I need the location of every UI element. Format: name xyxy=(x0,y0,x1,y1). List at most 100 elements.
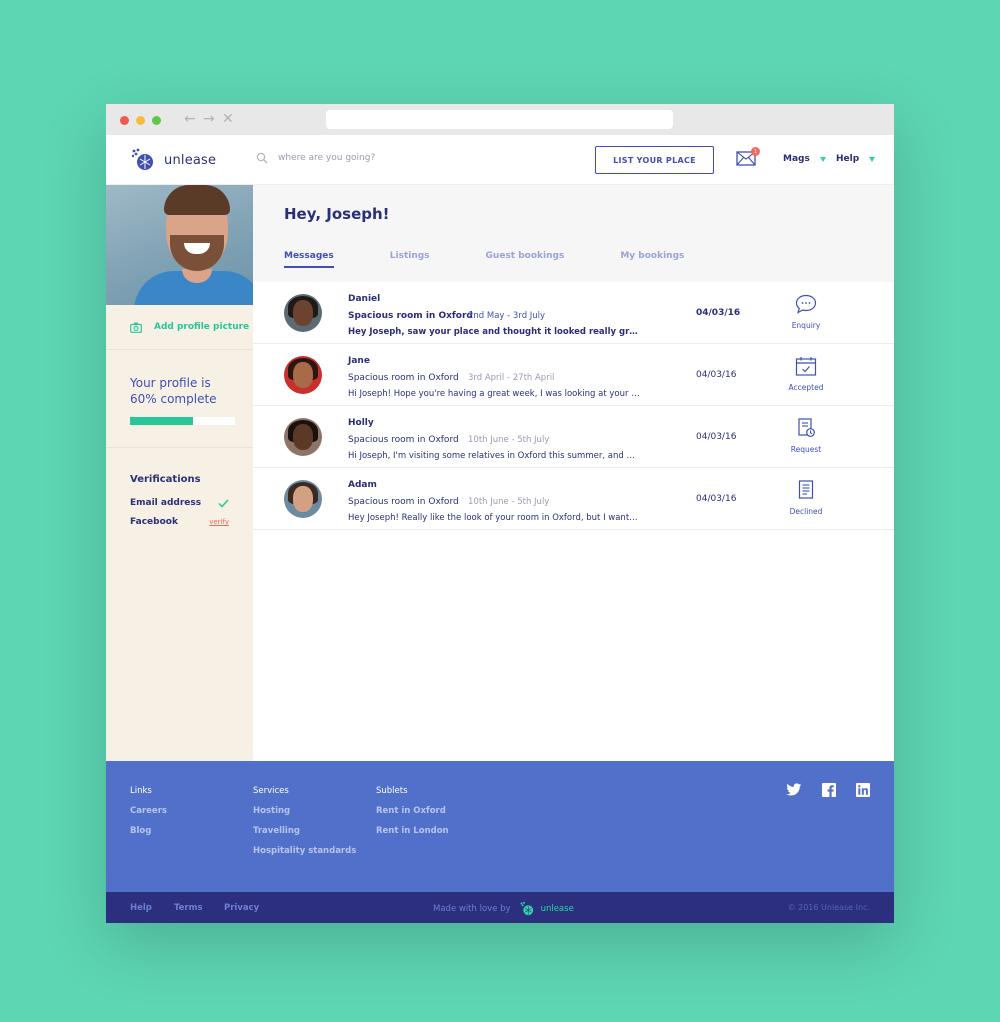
avatar xyxy=(284,356,322,394)
status-request: Request xyxy=(781,418,831,454)
footer-services-column: Services Hosting Travelling Hospitality … xyxy=(253,786,356,866)
made-brand[interactable]: unlease xyxy=(541,904,574,914)
list-your-place-button[interactable]: LIST YOUR PLACE xyxy=(595,146,714,174)
footer-terms-link[interactable]: Terms xyxy=(174,903,203,913)
message-preview: Hey Joseph! Really like the look of your… xyxy=(348,513,640,523)
profile-progress-fill xyxy=(130,417,193,425)
profile-sidebar: Add profile picture Your profile is 60% … xyxy=(106,185,253,761)
verifications-section: Verifications Email address Facebook ver… xyxy=(106,448,253,527)
tab-my-bookings[interactable]: My bookings xyxy=(620,251,684,268)
page-title: Hey, Joseph! xyxy=(284,205,390,223)
verifications-title: Verifications xyxy=(130,474,201,485)
footer-links-column: Links Careers Blog xyxy=(130,786,167,846)
footer-privacy-link[interactable]: Privacy xyxy=(224,903,259,913)
tab-messages[interactable]: Messages xyxy=(284,251,334,268)
booking-dates: 10th June - 5th July xyxy=(468,497,550,507)
maximize-window-dot[interactable] xyxy=(152,116,161,125)
booking-dates: 2nd May - 3rd July xyxy=(468,311,546,321)
user-menu-label: Mags xyxy=(783,154,810,164)
sender-name: Daniel xyxy=(348,294,381,304)
logo-icon xyxy=(131,148,153,170)
site-footer: Links Careers Blog Services Hosting Trav… xyxy=(106,761,894,892)
browser-window: ← → ✕ unlease where are you going? LIST xyxy=(106,104,894,923)
message-row[interactable]: Adam Spacious room in Oxford 10th June -… xyxy=(253,468,894,530)
listing-title: Spacious room in Oxford xyxy=(348,373,459,383)
message-preview: Hi Joseph! Hope you're having a great we… xyxy=(348,389,640,399)
message-date: 04/03/16 xyxy=(696,370,737,380)
twitter-icon[interactable] xyxy=(786,783,802,797)
message-row[interactable]: Daniel Spacious room in Oxford 2nd May -… xyxy=(253,282,894,344)
booking-dates: 3rd April - 27th April xyxy=(468,373,555,383)
sender-name: Jane xyxy=(348,356,370,366)
profile-completion: Your profile is 60% complete xyxy=(106,350,253,448)
profile-completion-line2: 60% complete xyxy=(130,392,217,406)
copyright: © 2016 Unlease Inc. xyxy=(787,903,870,912)
status-declined: Declined xyxy=(781,480,831,516)
add-profile-picture-button[interactable]: Add profile picture xyxy=(106,305,253,350)
footer-services-title: Services xyxy=(253,786,289,796)
document-declined-icon xyxy=(798,480,814,499)
avatar xyxy=(284,294,322,332)
footer-link-travelling[interactable]: Travelling xyxy=(253,826,356,836)
chevron-down-icon xyxy=(869,156,876,162)
linkedin-icon[interactable] xyxy=(856,783,870,797)
messages-button[interactable]: 1 xyxy=(736,147,760,170)
verify-facebook-link[interactable]: verify xyxy=(209,518,229,526)
search-bar[interactable]: where are you going? xyxy=(256,152,375,164)
search-input[interactable]: where are you going? xyxy=(278,153,375,163)
document-request-icon xyxy=(798,418,815,437)
help-menu[interactable]: Help xyxy=(836,154,876,164)
back-arrow-icon[interactable]: ← xyxy=(184,110,196,128)
app-header: unlease where are you going? LIST YOUR P… xyxy=(106,135,894,185)
search-icon xyxy=(256,152,268,164)
footer-sublets-title: Sublets xyxy=(376,786,408,796)
brand-logo[interactable]: unlease xyxy=(130,147,216,173)
message-preview: Hey Joseph, saw your place and thought i… xyxy=(348,327,640,337)
tab-guest-bookings[interactable]: Guest bookings xyxy=(486,251,565,268)
message-row[interactable]: Jane Spacious room in Oxford 3rd April -… xyxy=(253,344,894,406)
chevron-down-icon xyxy=(819,156,826,162)
user-menu[interactable]: Mags xyxy=(783,154,826,164)
verification-facebook: Facebook verify xyxy=(130,517,229,527)
notification-badge: 1 xyxy=(751,147,760,156)
avatar xyxy=(284,480,322,518)
footer-link-hosting[interactable]: Hosting xyxy=(253,806,356,816)
made-with-love: Made with love by unlease xyxy=(433,901,574,917)
avatar xyxy=(284,418,322,456)
footer-bottom-bar: Help Terms Privacy Made with love by unl… xyxy=(106,892,894,923)
logo-icon xyxy=(520,901,533,916)
listing-title: Spacious room in Oxford xyxy=(348,497,459,507)
message-row[interactable]: Holly Spacious room in Oxford 10th June … xyxy=(253,406,894,468)
footer-help-link[interactable]: Help xyxy=(130,903,152,913)
footer-link-blog[interactable]: Blog xyxy=(130,826,167,836)
profile-progress-bar xyxy=(130,417,235,425)
booking-dates: 10th June - 5th July xyxy=(468,435,550,445)
dashboard-hero: Hey, Joseph! Messages Listings Guest boo… xyxy=(253,185,894,282)
tab-listings[interactable]: Listings xyxy=(390,251,430,268)
close-window-dot[interactable] xyxy=(120,116,129,125)
made-with-label: Made with love by xyxy=(433,904,511,914)
stop-icon[interactable]: ✕ xyxy=(222,110,234,128)
sender-name: Holly xyxy=(348,418,374,428)
message-date: 04/03/16 xyxy=(696,432,737,442)
dashboard-tabs: Messages Listings Guest bookings My book… xyxy=(284,251,740,268)
facebook-icon[interactable] xyxy=(822,783,836,797)
calendar-check-icon xyxy=(795,357,817,376)
status-label: Request xyxy=(790,445,822,454)
sender-name: Adam xyxy=(348,480,377,490)
footer-links-title: Links xyxy=(130,786,152,796)
address-bar[interactable] xyxy=(326,110,673,129)
footer-link-rent-oxford[interactable]: Rent in Oxford xyxy=(376,806,449,816)
status-label: Declined xyxy=(789,507,823,516)
help-menu-label: Help xyxy=(836,154,860,164)
footer-link-rent-london[interactable]: Rent in London xyxy=(376,826,449,836)
footer-link-hospitality[interactable]: Hospitality standards xyxy=(253,846,356,856)
verification-email-label: Email address xyxy=(130,498,202,508)
message-date: 04/03/16 xyxy=(696,494,737,504)
forward-arrow-icon[interactable]: → xyxy=(203,110,215,128)
verification-email: Email address xyxy=(130,498,229,508)
profile-completion-line1: Your profile is xyxy=(130,376,211,390)
minimize-window-dot[interactable] xyxy=(136,116,145,125)
verification-facebook-label: Facebook xyxy=(130,517,178,527)
footer-link-careers[interactable]: Careers xyxy=(130,806,167,816)
